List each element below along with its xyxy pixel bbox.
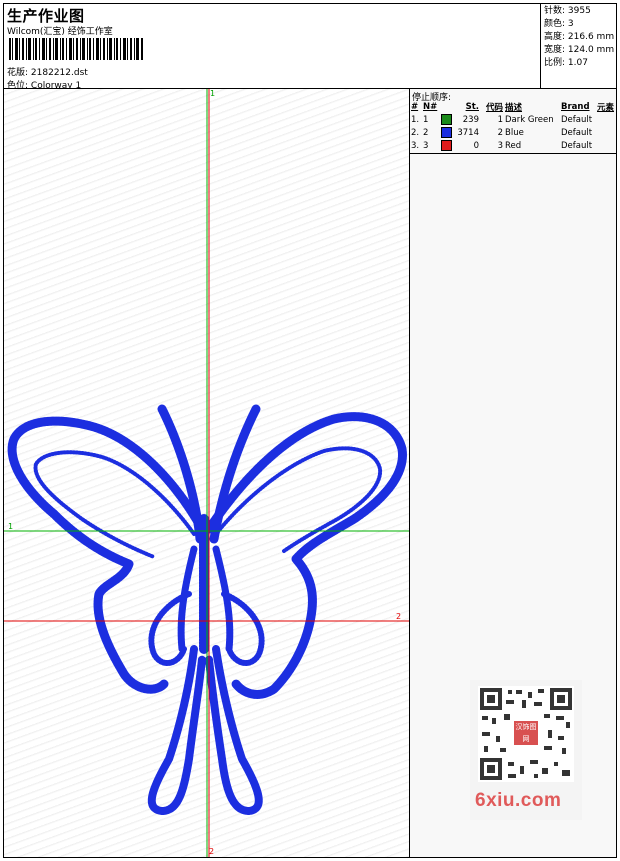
table-header: # N# St. 代码 描述 Brand 元素 — [411, 102, 615, 113]
site-watermark: 6xiu.com — [475, 790, 562, 811]
header-info: 生产作业图 Wilcom(汇宝) 经饰工作室 花版: 2182212.dst 色… — [3, 3, 540, 91]
stop-sequence-table: # N# St. 代码 描述 Brand 元素 1. 1 239 1 Dark … — [410, 101, 616, 152]
barcode-icon — [9, 38, 143, 60]
design-stats: 针数: 3955 颜色: 3 高度: 216.6 mm 宽度: 124.0 mm… — [540, 3, 617, 88]
stat-colors: 颜色: 3 — [544, 19, 574, 29]
axis-marker-right: 2 — [396, 612, 402, 621]
watermark-seal: 汉饰图网 — [514, 721, 538, 745]
table-row: 3. 3 0 3 Red Default — [411, 140, 593, 151]
stat-height: 高度: 216.6 mm — [544, 32, 615, 42]
color-swatch-icon — [441, 127, 452, 138]
axis-marker-bottom: 2 — [209, 847, 215, 856]
file-name: 2182212.dst — [30, 68, 88, 78]
table-row: 1. 1 239 1 Dark Green Default — [411, 114, 593, 125]
table-bottom-rule — [410, 153, 616, 154]
file-label: 花版: — [7, 68, 29, 78]
page-title: 生产作业图 — [7, 7, 85, 25]
company-name: Wilcom(汇宝) 经饰工作室 — [7, 27, 113, 37]
stat-scale: 比例: 1.07 — [544, 58, 588, 68]
file-name-line: 花版: 2182212.dst — [7, 65, 88, 78]
design-canvas: 1 2 1 2 — [4, 89, 409, 857]
butterfly-design-icon — [4, 89, 409, 857]
stat-width: 宽度: 124.0 mm — [544, 45, 615, 55]
color-swatch-icon — [441, 140, 452, 151]
table-row: 2. 2 3714 2 Blue Default — [411, 127, 593, 138]
stat-stitches: 针数: 3955 — [544, 6, 591, 16]
color-swatch-icon — [441, 114, 452, 125]
axis-marker-left: 1 — [8, 522, 14, 531]
axis-marker-top: 1 — [210, 89, 216, 98]
